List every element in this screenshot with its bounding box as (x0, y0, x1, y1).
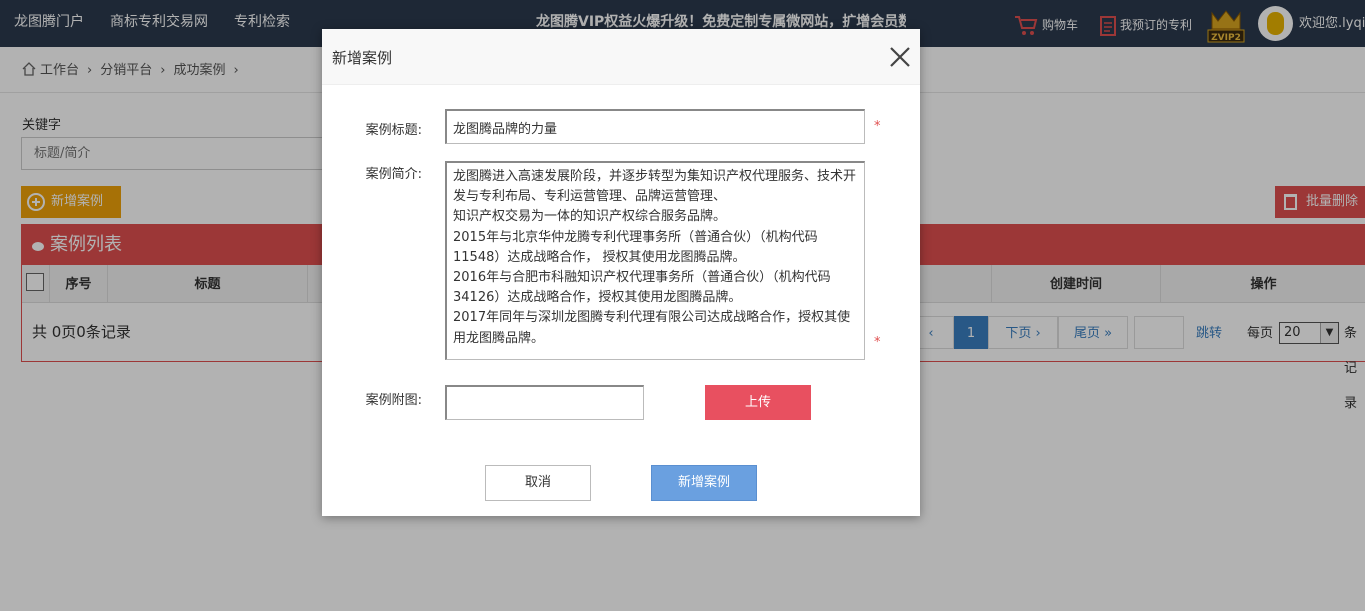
modal-header: 新增案例 (322, 29, 920, 85)
case-attachment-label: 案例附图: (365, 393, 422, 408)
case-intro-textarea[interactable]: 龙图腾进入高速发展阶段，并逐步转型为集知识产权代理服务、技术开发与专利布局、专利… (445, 161, 865, 360)
close-icon[interactable] (888, 45, 912, 69)
attachment-file-field[interactable] (445, 385, 644, 420)
add-case-modal: 新增案例 案例标题: * 案例简介: 龙图腾进入高速发展阶段，并逐步转型为集知识… (322, 29, 920, 516)
required-mark: * (874, 335, 881, 350)
upload-button[interactable]: 上传 (705, 385, 811, 420)
case-title-input[interactable] (445, 109, 865, 144)
case-intro-label: 案例简介: (365, 167, 422, 182)
case-title-label: 案例标题: (365, 123, 422, 138)
cancel-button[interactable]: 取消 (485, 465, 591, 501)
modal-title: 新增案例 (332, 49, 393, 67)
required-mark: * (874, 119, 881, 134)
submit-add-case-button[interactable]: 新增案例 (651, 465, 757, 501)
